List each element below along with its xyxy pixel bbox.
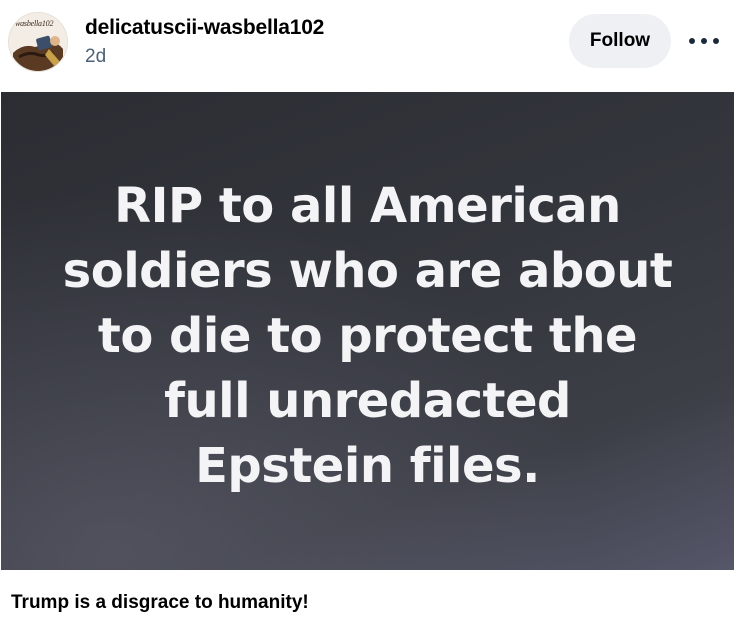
meme-line: RIP to all American xyxy=(114,178,621,234)
more-options-icon-dot xyxy=(713,38,719,44)
post-header: wasbella102 delicatuscii-wasbella102 2d … xyxy=(0,0,735,92)
meme-line: full unredacted xyxy=(164,373,571,429)
follow-button[interactable]: Follow xyxy=(569,14,671,68)
meme-text: RIP to all American soldiers who are abo… xyxy=(1,174,734,499)
post-timestamp[interactable]: 2d xyxy=(85,46,106,68)
post-image[interactable]: RIP to all American soldiers who are abo… xyxy=(1,92,734,570)
more-options-button[interactable] xyxy=(686,28,722,54)
post-caption: Trump is a disgrace to humanity! xyxy=(11,592,309,613)
meme-line: soldiers who are about xyxy=(62,243,673,299)
more-options-icon xyxy=(689,38,695,44)
meme-line: Epstein files. xyxy=(195,438,540,494)
more-options-icon-dot xyxy=(701,38,707,44)
avatar[interactable]: wasbella102 xyxy=(8,12,68,72)
meme-line: to die to protect the xyxy=(97,308,638,364)
username[interactable]: delicatuscii-wasbella102 xyxy=(85,16,324,40)
avatar-label: wasbella102 xyxy=(15,19,54,28)
